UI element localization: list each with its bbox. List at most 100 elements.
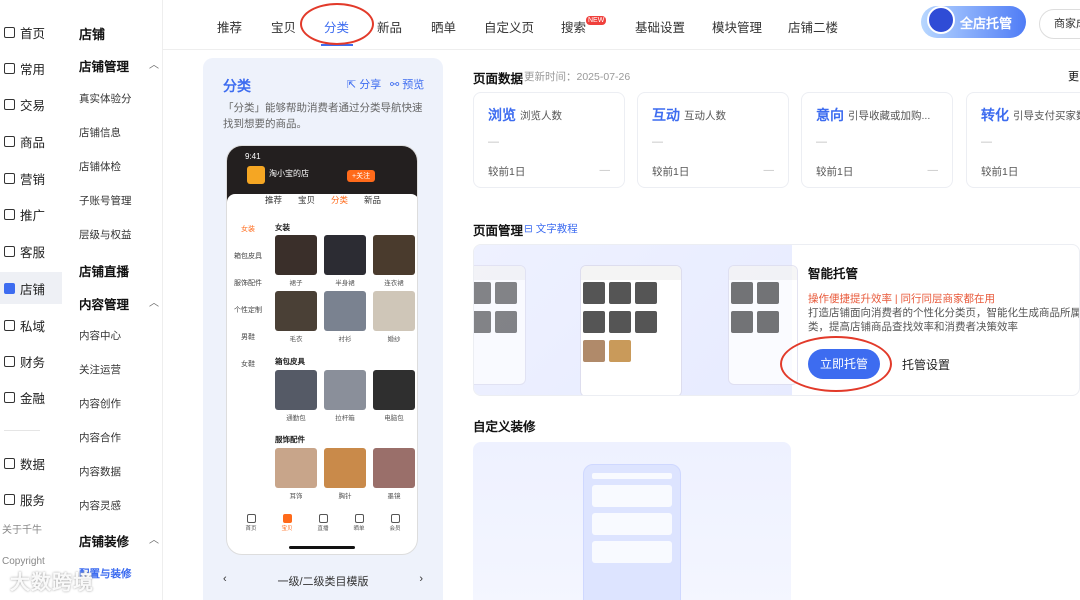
shop-nav: 店铺 店铺管理 ︿ 真实体验分 店铺信息 店铺体检 子账号管理 层级与权益 店铺直… — [62, 0, 163, 600]
nav-item-home[interactable]: 首页 — [0, 18, 62, 46]
sub-item-levels[interactable]: 层级与权益 — [79, 227, 132, 242]
nav-item-money[interactable]: 金融 — [0, 383, 62, 411]
stat-card-intent: 意向 引导收藏或加购... — 较前1日 — — [801, 92, 953, 188]
tab-new[interactable]: 新品 — [377, 17, 402, 36]
stat-card-browse: 浏览 浏览人数 — 较前1日 — — [473, 92, 625, 188]
full-hosting-button[interactable]: 全店托管 — [921, 6, 1026, 38]
smart-hosting-desc: 打造店铺面向消费者的个性化分类页，智能化生成商品所属分类，提高店铺商品查找效率和… — [808, 307, 1080, 333]
grid-cell: 半身裙 — [324, 235, 366, 287]
template-pager: ‹ 一级/二级类目模版 › — [223, 573, 423, 589]
tutorial-link[interactable]: ⊟ 文字教程 — [524, 221, 578, 236]
next-template-button[interactable]: › — [419, 573, 423, 589]
tab-reviews[interactable]: 晒单 — [431, 17, 456, 36]
sub-item-content-coop[interactable]: 内容合作 — [79, 430, 121, 445]
phone-time: 9:41 — [245, 152, 261, 161]
tab-basic-settings[interactable]: 基础设置 — [635, 17, 685, 36]
update-time: 更新时间：2025-07-26 — [524, 71, 631, 83]
side-item: 女装 — [241, 226, 255, 233]
share-link[interactable]: ⇱ 分享 — [347, 76, 381, 92]
promote-icon — [4, 208, 15, 220]
preview-link[interactable]: ⚯ 预览 — [390, 76, 424, 92]
config-description: 「分类」能够帮助消费者通过分类导航快速找到想要的商品。 — [223, 102, 423, 130]
services-icon — [4, 493, 15, 505]
sub-item-content-idea[interactable]: 内容灵感 — [79, 498, 121, 513]
about-link[interactable]: 关于千牛 — [2, 521, 42, 536]
hosting-preview-image — [474, 245, 798, 395]
hosting-logo-icon — [927, 6, 955, 34]
tab-recommend[interactable]: 推荐 — [217, 17, 242, 36]
sub-item-content-create[interactable]: 内容创作 — [79, 396, 121, 411]
prev-template-button[interactable]: ‹ — [223, 573, 227, 589]
grid-cell: 婚纱 — [373, 291, 415, 343]
merchant-button[interactable]: 商家成 — [1039, 9, 1080, 39]
finance-icon — [4, 355, 15, 367]
template-label: 一级/二级类目模版 — [277, 576, 369, 588]
nav-item-services[interactable]: 服务 — [0, 485, 62, 513]
hosting-settings-link[interactable]: 托管设置 — [902, 356, 950, 373]
nav-item-data[interactable]: 数据 — [0, 449, 62, 477]
chevron-up-icon: ︿ — [149, 60, 159, 71]
bottom-nav-item: 直播 — [311, 514, 335, 540]
bottom-nav-item: 会员 — [383, 514, 407, 540]
annotation-circle-button — [780, 336, 892, 392]
sub-item-content-data[interactable]: 内容数据 — [79, 464, 121, 479]
service-icon — [4, 245, 15, 257]
shop-icon — [4, 282, 15, 294]
sub-item-sub-accounts[interactable]: 子账号管理 — [79, 193, 132, 208]
smart-hosting-highlight: 操作便捷提升效率 | 同行同层商家都在用 — [808, 293, 996, 305]
sub-item-experience[interactable]: 真实体验分 — [79, 91, 132, 106]
nav-item-goods[interactable]: 商品 — [0, 127, 62, 155]
chevron-up-icon: ︿ — [149, 535, 159, 546]
home-indicator — [289, 546, 355, 549]
nav-item-promote[interactable]: 推广 — [0, 200, 62, 228]
nav-item-common[interactable]: 常用 — [0, 54, 62, 82]
tab-items[interactable]: 宝贝 — [271, 17, 296, 36]
custom-phone-placeholder — [583, 464, 681, 600]
nav-item-shop[interactable]: 店铺 — [0, 272, 62, 304]
page-manage-title: 页面管理 — [473, 224, 524, 238]
phone-tab: 宝贝 — [297, 195, 315, 205]
phone-grid: 毛衣 衬衫 婚纱 — [275, 291, 415, 343]
grid-cell: 毛衣 — [275, 291, 317, 343]
stat-card-convert: 转化引导支付买家数 —较前1日— — [966, 92, 1080, 188]
sub-item-content-center[interactable]: 内容中心 — [79, 328, 121, 343]
nav-item-marketing[interactable]: 营销 — [0, 164, 62, 192]
phone-preview: 9:41 淘小宝的店 +关注 推荐 宝贝 分类 新品 女装 箱包皮具 服饰配件 … — [226, 145, 418, 555]
nav-divider — [4, 430, 40, 431]
grid-cell: 裙子 — [275, 235, 317, 287]
custom-decor-card[interactable] — [473, 442, 791, 600]
shop-avatar — [247, 166, 265, 184]
group-content[interactable]: 内容管理 ︿ — [79, 294, 159, 313]
shop-nav-title: 店铺 — [79, 27, 106, 42]
page-data-title: 页面数据 — [473, 72, 524, 86]
side-item: 箱包皮具 — [234, 253, 262, 260]
phone-tabs: 推荐 宝贝 分类 新品 — [227, 194, 417, 212]
grid-cell: 拉杆箱 — [324, 370, 366, 422]
data-icon — [4, 457, 15, 469]
sub-item-shop-check[interactable]: 店铺体检 — [79, 159, 121, 174]
group-shop-live[interactable]: 店铺直播 — [79, 261, 159, 280]
tab-second-floor[interactable]: 店铺二楼 — [788, 17, 838, 36]
nav-item-service[interactable]: 客服 — [0, 237, 62, 265]
more-link[interactable]: 更 — [1068, 68, 1079, 84]
grid-cell: 衬衫 — [324, 291, 366, 343]
sub-item-follow-ops[interactable]: 关注运营 — [79, 362, 121, 377]
trade-icon — [4, 98, 15, 110]
nav-item-trade[interactable]: 交易 — [0, 90, 62, 118]
group-shop-manage[interactable]: 店铺管理 ︿ — [79, 56, 159, 75]
group-decor[interactable]: 店铺装修 ︿ — [79, 531, 159, 550]
tab-module-manage[interactable]: 模块管理 — [712, 17, 762, 36]
new-badge: NEW — [586, 16, 607, 25]
grid-cell: 通勤包 — [275, 370, 317, 422]
phone-category-side: 女装 箱包皮具 服饰配件 个性定制 男鞋 女鞋 — [227, 216, 269, 378]
smart-hosting-title: 智能托管 — [808, 267, 859, 281]
custom-decor-title: 自定义装修 — [473, 420, 536, 434]
common-icon — [4, 62, 15, 74]
sub-item-shop-info[interactable]: 店铺信息 — [79, 125, 121, 140]
nav-item-private[interactable]: 私域 — [0, 311, 62, 339]
nav-item-finance[interactable]: 财务 — [0, 347, 62, 375]
tab-custom-page[interactable]: 自定义页 — [484, 17, 534, 36]
tab-search[interactable]: 搜索 — [561, 17, 586, 36]
grid-cell: 耳饰 — [275, 448, 317, 500]
grid-cell: 胸针 — [324, 448, 366, 500]
